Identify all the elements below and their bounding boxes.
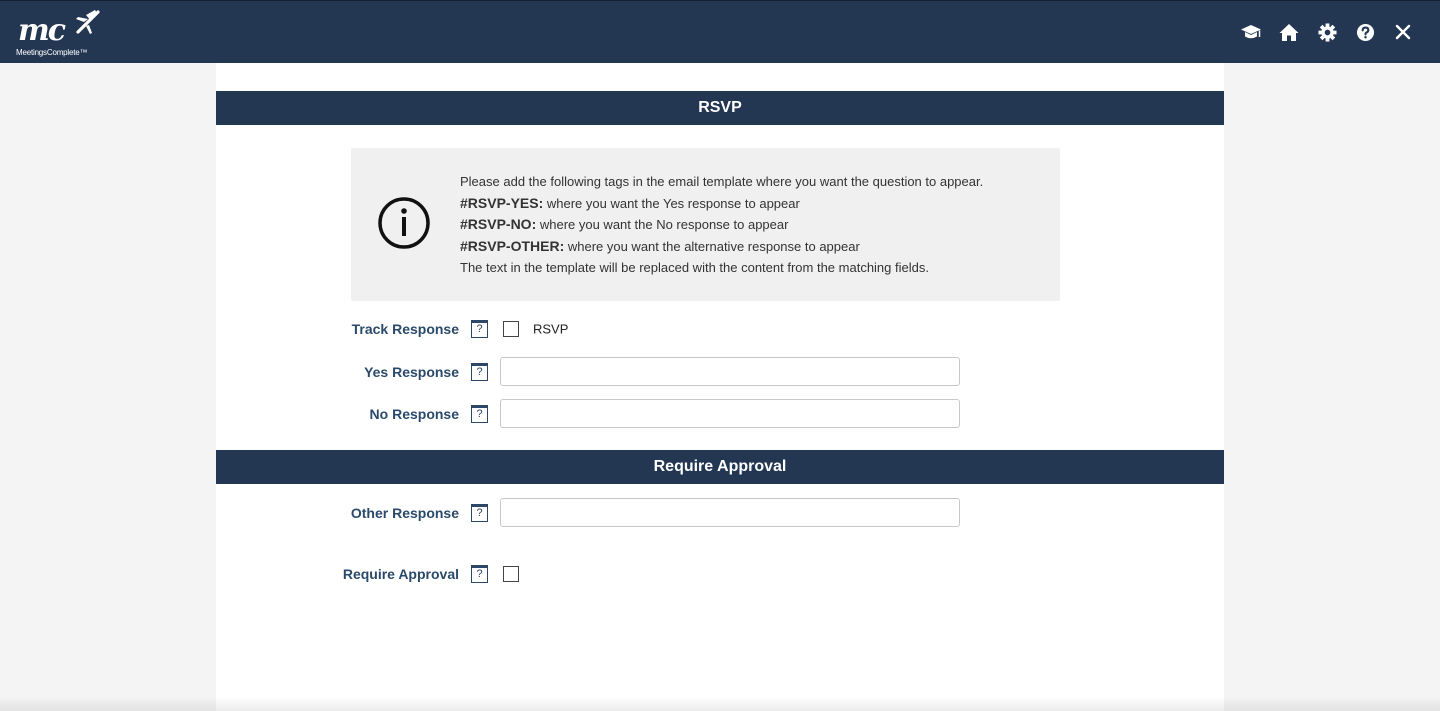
track-response-help-icon[interactable]: ? — [471, 320, 488, 338]
tag-rsvp-no: #RSVP-NO: — [460, 216, 537, 233]
other-response-help-icon[interactable]: ? — [471, 504, 488, 522]
info-text: Please add the following tags in the ema… — [460, 172, 983, 279]
info-box: Please add the following tags in the ema… — [351, 148, 1060, 301]
info-footer: The text in the template will be replace… — [460, 259, 929, 275]
tag-rsvp-yes-desc: where you want the Yes response to appea… — [543, 195, 800, 211]
require-approval-checkbox[interactable] — [503, 566, 519, 582]
no-response-row: No Response ? — [216, 399, 1224, 429]
track-response-checkbox-label: RSVP — [533, 321, 569, 337]
other-response-label: Other Response — [350, 505, 459, 521]
tag-rsvp-yes: #RSVP-YES: — [460, 194, 544, 211]
no-response-label: No Response — [369, 406, 459, 422]
section-header-require-approval: Require Approval — [216, 450, 1224, 484]
track-response-label: Track Response — [351, 321, 459, 337]
home-icon[interactable] — [1278, 21, 1300, 43]
no-response-help-icon[interactable]: ? — [471, 405, 488, 423]
track-response-row: Track Response ? RSVP — [216, 314, 1224, 344]
close-icon[interactable] — [1392, 21, 1414, 43]
require-approval-help-icon[interactable]: ? — [471, 565, 488, 583]
info-intro: Please add the following tags in the ema… — [460, 174, 984, 189]
main-panel: RSVP Please add the following tags in th… — [216, 63, 1224, 711]
top-bar: mc MeetingsComplete™ — [0, 0, 1440, 63]
other-response-row: Other Response ? — [216, 498, 1224, 528]
logo-mark: mc — [18, 13, 66, 48]
info-icon — [378, 197, 430, 249]
tag-rsvp-no-desc: where you want the No response to appear — [536, 217, 789, 233]
no-response-input[interactable] — [500, 399, 960, 428]
yes-response-label: Yes Response — [364, 364, 459, 380]
yes-response-input[interactable] — [500, 357, 960, 386]
logo-tagline: MeetingsComplete™ — [16, 48, 88, 57]
logo[interactable]: mc MeetingsComplete™ — [14, 4, 114, 60]
yes-response-row: Yes Response ? — [216, 357, 1224, 387]
bottom-shadow — [0, 697, 1440, 711]
track-response-checkbox[interactable] — [503, 321, 519, 337]
yes-response-help-icon[interactable]: ? — [471, 363, 488, 381]
other-response-input[interactable] — [500, 498, 960, 527]
section-header-rsvp: RSVP — [216, 91, 1224, 125]
gear-icon[interactable] — [1316, 21, 1338, 43]
graduation-cap-icon[interactable] — [1240, 21, 1262, 43]
airplane-icon — [76, 10, 100, 34]
tag-rsvp-other: #RSVP-OTHER: — [460, 238, 565, 255]
require-approval-row: Require Approval ? — [216, 559, 1224, 589]
help-icon[interactable] — [1354, 21, 1376, 43]
tag-rsvp-other-desc: where you want the alternative response … — [564, 239, 860, 255]
require-approval-label: Require Approval — [342, 566, 459, 582]
